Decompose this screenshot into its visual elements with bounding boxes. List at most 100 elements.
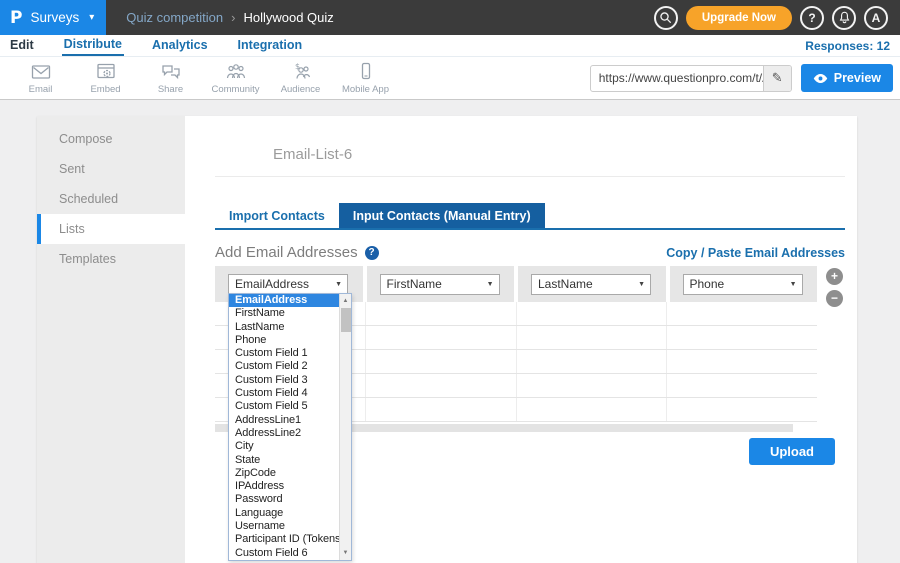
mobile-app-icon bbox=[355, 62, 377, 82]
dropdown-option[interactable]: FirstName bbox=[229, 307, 351, 320]
tool-mobile-app[interactable]: Mobile App bbox=[333, 62, 398, 95]
column-select-emailaddress[interactable]: EmailAddress ▼ bbox=[228, 274, 348, 295]
notifications-button[interactable] bbox=[832, 6, 856, 30]
pencil-icon: ✎ bbox=[772, 70, 783, 86]
menu-item-integration[interactable]: Integration bbox=[236, 36, 305, 55]
dropdown-option[interactable]: Phone bbox=[229, 334, 351, 347]
tool-email[interactable]: Email bbox=[8, 62, 73, 95]
phone-cell[interactable] bbox=[667, 326, 817, 349]
dropdown-option[interactable]: ZipCode bbox=[229, 467, 351, 480]
menu-item-edit[interactable]: Edit bbox=[8, 36, 36, 55]
header-col-2: FirstName ▼ bbox=[367, 266, 515, 302]
tool-share[interactable]: Share bbox=[138, 62, 203, 95]
upgrade-now-button[interactable]: Upgrade Now bbox=[686, 6, 792, 30]
select-caret-icon: ▼ bbox=[335, 281, 342, 288]
distribute-toolbar: Email Embed Share Community $ bbox=[0, 57, 900, 100]
tool-embed[interactable]: Embed bbox=[73, 62, 138, 95]
breadcrumb-parent[interactable]: Quiz competition bbox=[126, 10, 223, 25]
row-controls: + − bbox=[826, 268, 843, 307]
scroll-down-icon[interactable]: ▼ bbox=[340, 547, 351, 560]
section-help-icon[interactable]: ? bbox=[365, 246, 379, 260]
surveys-menu[interactable]: P Surveys ▾ bbox=[0, 0, 106, 35]
select-caret-icon: ▼ bbox=[790, 281, 797, 288]
lastname-cell[interactable] bbox=[517, 326, 668, 349]
dropdown-option[interactable]: Custom Field 6 bbox=[229, 547, 351, 560]
tab-import-contacts[interactable]: Import Contacts bbox=[215, 203, 339, 228]
dropdown-option[interactable]: City bbox=[229, 440, 351, 453]
selected-value: EmailAddress bbox=[235, 277, 309, 291]
tool-label: Audience bbox=[281, 84, 321, 95]
emailaddress-dropdown-list: EmailAddress FirstName LastName Phone Cu… bbox=[228, 293, 352, 561]
dropdown-option[interactable]: IPAddress bbox=[229, 480, 351, 493]
firstname-cell[interactable] bbox=[366, 350, 517, 373]
lastname-cell[interactable] bbox=[517, 350, 668, 373]
header-col-3: LastName ▼ bbox=[518, 266, 666, 302]
scroll-up-icon[interactable]: ▲ bbox=[340, 294, 351, 307]
dropdown-option[interactable]: AddressLine2 bbox=[229, 427, 351, 440]
remove-row-button[interactable]: − bbox=[826, 290, 843, 307]
dropdown-option[interactable]: Custom Field 5 bbox=[229, 400, 351, 413]
breadcrumb-current: Hollywood Quiz bbox=[243, 10, 333, 25]
dropdown-option[interactable]: AddressLine1 bbox=[229, 414, 351, 427]
embed-icon bbox=[95, 62, 117, 82]
section-left: Add Email Addresses ? bbox=[215, 244, 379, 261]
sidebar-item-lists[interactable]: Lists bbox=[37, 214, 185, 244]
dropdown-option[interactable]: LastName bbox=[229, 321, 351, 334]
firstname-cell[interactable] bbox=[366, 398, 517, 421]
lastname-cell[interactable] bbox=[517, 302, 668, 325]
sidebar-item-templates[interactable]: Templates bbox=[37, 244, 185, 274]
page-title: Email-List-6 bbox=[273, 146, 845, 163]
dropdown-option[interactable]: Custom Field 4 bbox=[229, 387, 351, 400]
column-select-lastname[interactable]: LastName ▼ bbox=[531, 274, 651, 295]
survey-menu-bar: Edit Distribute Analytics Integration Re… bbox=[0, 35, 900, 57]
help-button[interactable]: ? bbox=[800, 6, 824, 30]
phone-cell[interactable] bbox=[667, 398, 817, 421]
tool-community[interactable]: Community bbox=[203, 62, 268, 95]
header-col-4: Phone ▼ bbox=[670, 266, 818, 302]
column-select-firstname[interactable]: FirstName ▼ bbox=[380, 274, 500, 295]
menu-item-distribute[interactable]: Distribute bbox=[62, 35, 124, 56]
dropdown-option[interactable]: State bbox=[229, 454, 351, 467]
contacts-table: EmailAddress ▼ EmailAddress FirstName La… bbox=[215, 266, 817, 432]
table-header: EmailAddress ▼ EmailAddress FirstName La… bbox=[215, 266, 817, 302]
breadcrumb-separator-icon: › bbox=[231, 10, 235, 25]
firstname-cell[interactable] bbox=[366, 374, 517, 397]
responses-count[interactable]: Responses: 12 bbox=[805, 39, 890, 53]
dropdown-option[interactable]: Custom Field 1 bbox=[229, 347, 351, 360]
add-row-button[interactable]: + bbox=[826, 268, 843, 285]
dropdown-option[interactable]: Participant ID (Tokens) bbox=[229, 533, 351, 546]
sidebar-item-compose[interactable]: Compose bbox=[37, 124, 185, 154]
dropdown-option[interactable]: EmailAddress bbox=[229, 294, 351, 307]
title-divider bbox=[215, 176, 845, 177]
phone-cell[interactable] bbox=[667, 374, 817, 397]
dropdown-option[interactable]: Password bbox=[229, 493, 351, 506]
preview-button[interactable]: Preview bbox=[801, 64, 893, 92]
scrollbar-thumb[interactable] bbox=[341, 308, 351, 332]
account-avatar[interactable]: A bbox=[864, 6, 888, 30]
column-select-phone[interactable]: Phone ▼ bbox=[683, 274, 803, 295]
search-button[interactable] bbox=[654, 6, 678, 30]
dropdown-option[interactable]: Custom Field 3 bbox=[229, 374, 351, 387]
firstname-cell[interactable] bbox=[366, 302, 517, 325]
lastname-cell[interactable] bbox=[517, 374, 668, 397]
sidebar-item-sent[interactable]: Sent bbox=[37, 154, 185, 184]
dropdown-option[interactable]: Username bbox=[229, 520, 351, 533]
dropdown-scrollbar[interactable]: ▲ ▼ bbox=[339, 294, 351, 560]
dropdown-option[interactable]: Custom Field 2 bbox=[229, 360, 351, 373]
search-icon bbox=[659, 11, 672, 24]
survey-url-input[interactable]: https://www.questionpro.com/t/APNrFZ bbox=[591, 66, 763, 91]
upload-button[interactable]: Upload bbox=[749, 438, 835, 465]
phone-cell[interactable] bbox=[667, 302, 817, 325]
firstname-cell[interactable] bbox=[366, 326, 517, 349]
dropdown-option[interactable]: Language bbox=[229, 507, 351, 520]
phone-cell[interactable] bbox=[667, 350, 817, 373]
menu-item-analytics[interactable]: Analytics bbox=[150, 36, 210, 55]
sidebar-item-scheduled[interactable]: Scheduled bbox=[37, 184, 185, 214]
tool-audience[interactable]: $ Audience bbox=[268, 62, 333, 95]
tab-input-contacts-manual[interactable]: Input Contacts (Manual Entry) bbox=[339, 203, 545, 228]
email-sidebar: Compose Sent Scheduled Lists Templates bbox=[37, 116, 185, 563]
select-caret-icon: ▼ bbox=[487, 281, 494, 288]
copy-paste-link[interactable]: Copy / Paste Email Addresses bbox=[666, 246, 845, 260]
lastname-cell[interactable] bbox=[517, 398, 668, 421]
edit-url-button[interactable]: ✎ bbox=[763, 66, 791, 91]
